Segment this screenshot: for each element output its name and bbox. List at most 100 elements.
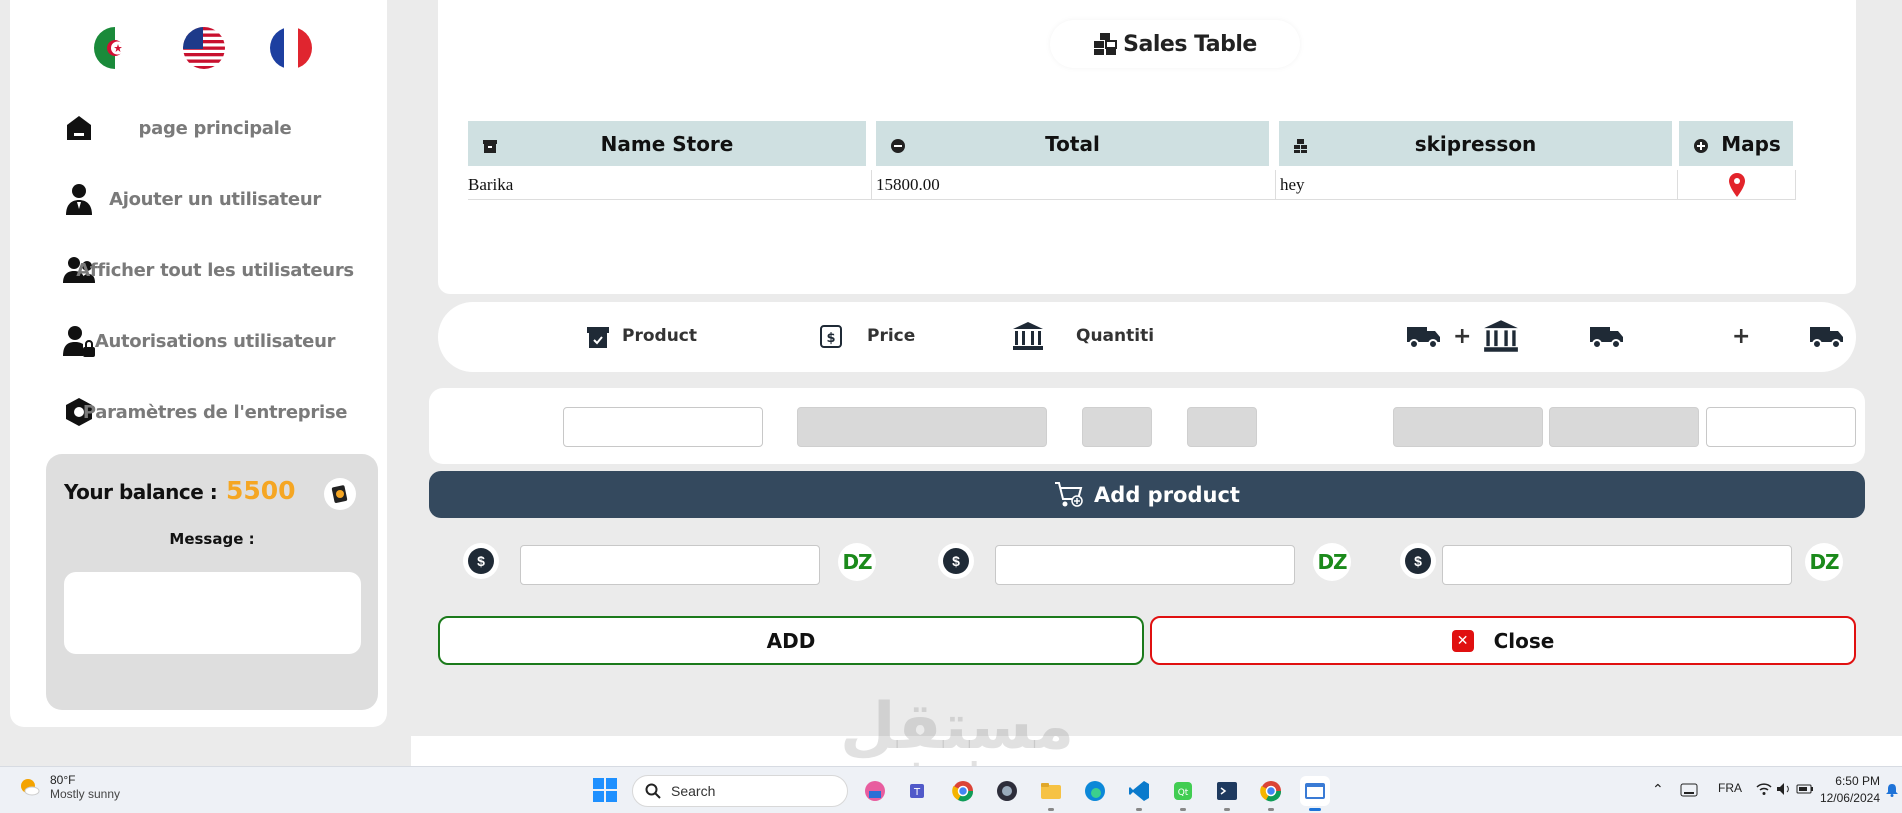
boxes-icon [1094, 33, 1118, 55]
column-header-name-store[interactable]: Name Store [468, 121, 866, 166]
table-cell-person: hey [1276, 170, 1678, 200]
archive-icon [482, 135, 498, 159]
taskbar-app-icon[interactable] [948, 776, 978, 806]
dollar-coin-icon: $ [938, 543, 974, 579]
obs-icon [997, 781, 1017, 801]
close-button-label: Close [1493, 628, 1555, 653]
wallet-button[interactable] [324, 478, 356, 510]
bank-icon [1484, 320, 1519, 352]
sidebar-item-company-settings[interactable]: Paramètres de l'entreprise [60, 392, 360, 432]
add-button[interactable]: ADD [438, 616, 1144, 665]
plus-sign: + [1453, 323, 1472, 349]
taskbar-search[interactable]: Search [632, 775, 848, 807]
taskbar-app-icon[interactable] [860, 776, 890, 806]
wallet-coin-icon [331, 485, 348, 503]
cart-add-icon [1055, 481, 1083, 507]
taskbar-app-icon-active[interactable] [1300, 776, 1330, 811]
sidebar-item-label: page principale [138, 117, 292, 139]
svg-text:$: $ [826, 331, 835, 346]
colorful-app-icon [865, 781, 885, 801]
taskbar-app-icon[interactable] [1036, 776, 1066, 811]
product-input[interactable] [563, 407, 763, 447]
taskbar-app-icon[interactable]: T [904, 776, 934, 806]
sales-table-title: Sales Table [1050, 20, 1300, 68]
sidebar-item-home[interactable]: page principale [60, 108, 360, 148]
svg-text:Qt: Qt [1178, 788, 1189, 798]
product-header-label: Product [622, 326, 697, 346]
close-icon: ✕ [1451, 629, 1474, 652]
wifi-icon[interactable] [1756, 782, 1772, 796]
amount-input[interactable] [520, 545, 820, 585]
windows-start-icon[interactable] [592, 777, 618, 803]
quantity-input[interactable] [1082, 407, 1152, 447]
amount-input[interactable] [1442, 545, 1792, 585]
folder-icon [1041, 783, 1061, 799]
taskbar-app-icon[interactable] [1256, 776, 1286, 811]
stock-input[interactable] [1187, 407, 1257, 447]
usa-flag-button[interactable] [183, 27, 225, 69]
balance-value: 5500 [226, 476, 296, 505]
watermark-main: مستقل [840, 690, 1075, 764]
taskbar-app-icon[interactable] [1080, 776, 1110, 806]
balance-label: Your balance : [64, 480, 218, 504]
column-header-label: Total [1045, 131, 1100, 156]
weather-widget[interactable]: 80°F Mostly sunny [18, 773, 120, 801]
message-label: Message : [169, 530, 255, 548]
currency-group: $ DZ [463, 543, 876, 585]
price-input[interactable] [797, 407, 1047, 447]
sidebar-item-label: Afficher tout les utilisateurs [76, 259, 354, 281]
column-header-maps[interactable]: Maps [1679, 121, 1793, 166]
taskbar-app-icon[interactable] [1124, 776, 1154, 811]
add-product-button[interactable]: Add product [429, 471, 1865, 518]
taskbar: 80°F Mostly sunny Search T Qt ⌃ FRA 6:50… [0, 766, 1902, 813]
close-button[interactable]: ✕ Close [1150, 616, 1856, 665]
app-window-icon [1305, 783, 1325, 799]
price-tag-icon: $ [820, 325, 842, 348]
column-header-person[interactable]: skipresson [1279, 121, 1672, 166]
currency-group: $ DZ [1400, 543, 1843, 585]
sidebar-item-add-user[interactable]: Ajouter un utilisateur [60, 179, 360, 219]
map-pin-icon[interactable] [1728, 172, 1745, 197]
delivery-truck-icon [1590, 327, 1623, 349]
truck-input[interactable] [1549, 407, 1699, 447]
add-product-label: Add product [1094, 482, 1240, 507]
column-header-label: Name Store [600, 131, 734, 156]
truck-header [1588, 318, 1624, 354]
main-content: Sales Table Name Store Total skipresson … [411, 0, 1902, 736]
chevron-up-icon[interactable]: ⌃ [1652, 781, 1664, 798]
taskbar-app-icon[interactable] [1212, 776, 1242, 811]
column-header-total[interactable]: Total [876, 121, 1269, 166]
taskbar-app-icon[interactable] [992, 776, 1022, 806]
truck-extra-input[interactable] [1706, 407, 1856, 447]
keyboard-icon[interactable] [1680, 783, 1698, 797]
amount-input[interactable] [995, 545, 1295, 585]
sidebar-item-permissions[interactable]: Autorisations utilisateur [60, 321, 360, 361]
truck-header-2 [1808, 318, 1844, 354]
taskbar-app-icon[interactable]: Qt [1168, 776, 1198, 811]
sidebar-item-all-users[interactable]: Afficher tout les utilisateurs [60, 250, 360, 290]
product-inputs-row [429, 388, 1865, 464]
currency-label: DZ [1805, 543, 1843, 581]
product-header: Product [586, 318, 697, 354]
sidebar-item-label: Ajouter un utilisateur [109, 188, 321, 210]
volume-icon[interactable] [1776, 782, 1792, 796]
weather-temp: 80°F [50, 773, 76, 787]
vscode-icon [1129, 781, 1149, 801]
france-flag-button[interactable] [270, 27, 312, 69]
delivery-truck-icon [1407, 327, 1440, 349]
table-cell-map[interactable] [1678, 170, 1796, 200]
truck-bank-input[interactable] [1393, 407, 1543, 447]
taskbar-clock[interactable]: 6:50 PM 12/06/2024 [1810, 773, 1880, 807]
truck-bank-header: + [1405, 318, 1519, 354]
weather-condition: Mostly sunny [50, 787, 121, 801]
clock-time: 6:50 PM [1835, 774, 1880, 788]
currency-label: DZ [838, 543, 876, 581]
algeria-flag-button[interactable] [94, 27, 136, 69]
delivery-truck-icon [1810, 327, 1843, 349]
plus-header: + [1732, 318, 1750, 354]
message-input[interactable] [64, 572, 361, 654]
svg-text:T: T [913, 787, 921, 798]
notification-bell-icon[interactable] [1886, 783, 1898, 797]
language-indicator[interactable]: FRA [1718, 781, 1742, 795]
dollar-coin-icon: $ [1400, 543, 1436, 579]
